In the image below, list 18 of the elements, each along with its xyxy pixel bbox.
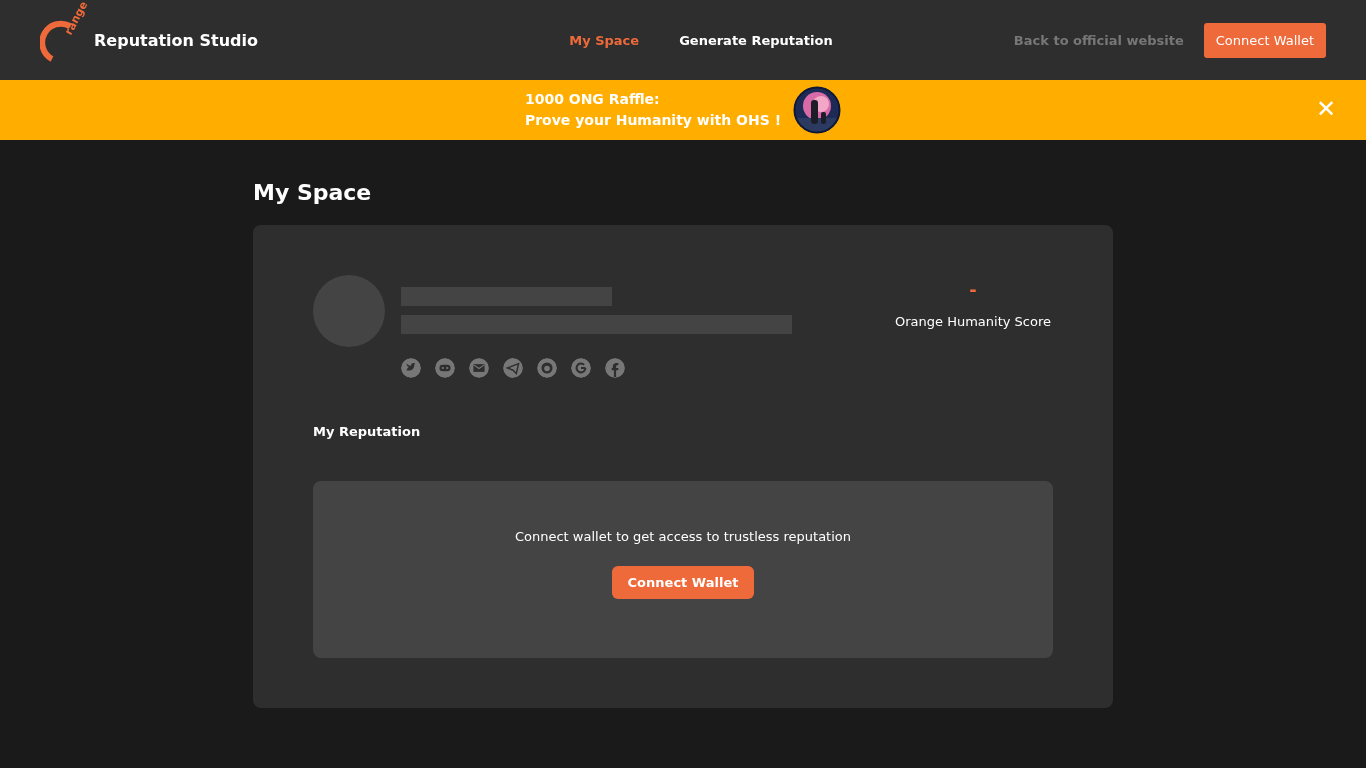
connect-wallet-button[interactable]: Connect Wallet bbox=[611, 565, 755, 599]
brand-name: Reputation Studio bbox=[94, 30, 259, 50]
nav-tab[interactable]: My Space bbox=[569, 32, 640, 48]
raffle-text[interactable]: 1000 ONG Raffle: Prove your Humanity with OHS ! bbox=[524, 89, 782, 131]
score-value: - bbox=[969, 279, 977, 300]
score-label: Orange Humanity Score bbox=[895, 314, 1051, 329]
close-button[interactable]: ✕ bbox=[1315, 94, 1336, 124]
twitter-icon[interactable] bbox=[401, 358, 421, 378]
google-icon[interactable] bbox=[571, 358, 591, 378]
connect-message: Connect wallet to get access to trustless reputation bbox=[514, 528, 852, 544]
nav-tab[interactable]: Generate Reputation bbox=[679, 32, 833, 48]
connect-wallet-button[interactable]: Connect Wallet bbox=[1203, 22, 1326, 58]
back-link[interactable]: Back to official website bbox=[1013, 32, 1184, 48]
mail-icon[interactable] bbox=[469, 358, 489, 378]
section-title: My Reputation bbox=[313, 424, 422, 439]
page-title: My Space bbox=[253, 180, 373, 205]
facebook-icon[interactable] bbox=[605, 358, 625, 378]
telegram-icon[interactable] bbox=[503, 358, 523, 378]
